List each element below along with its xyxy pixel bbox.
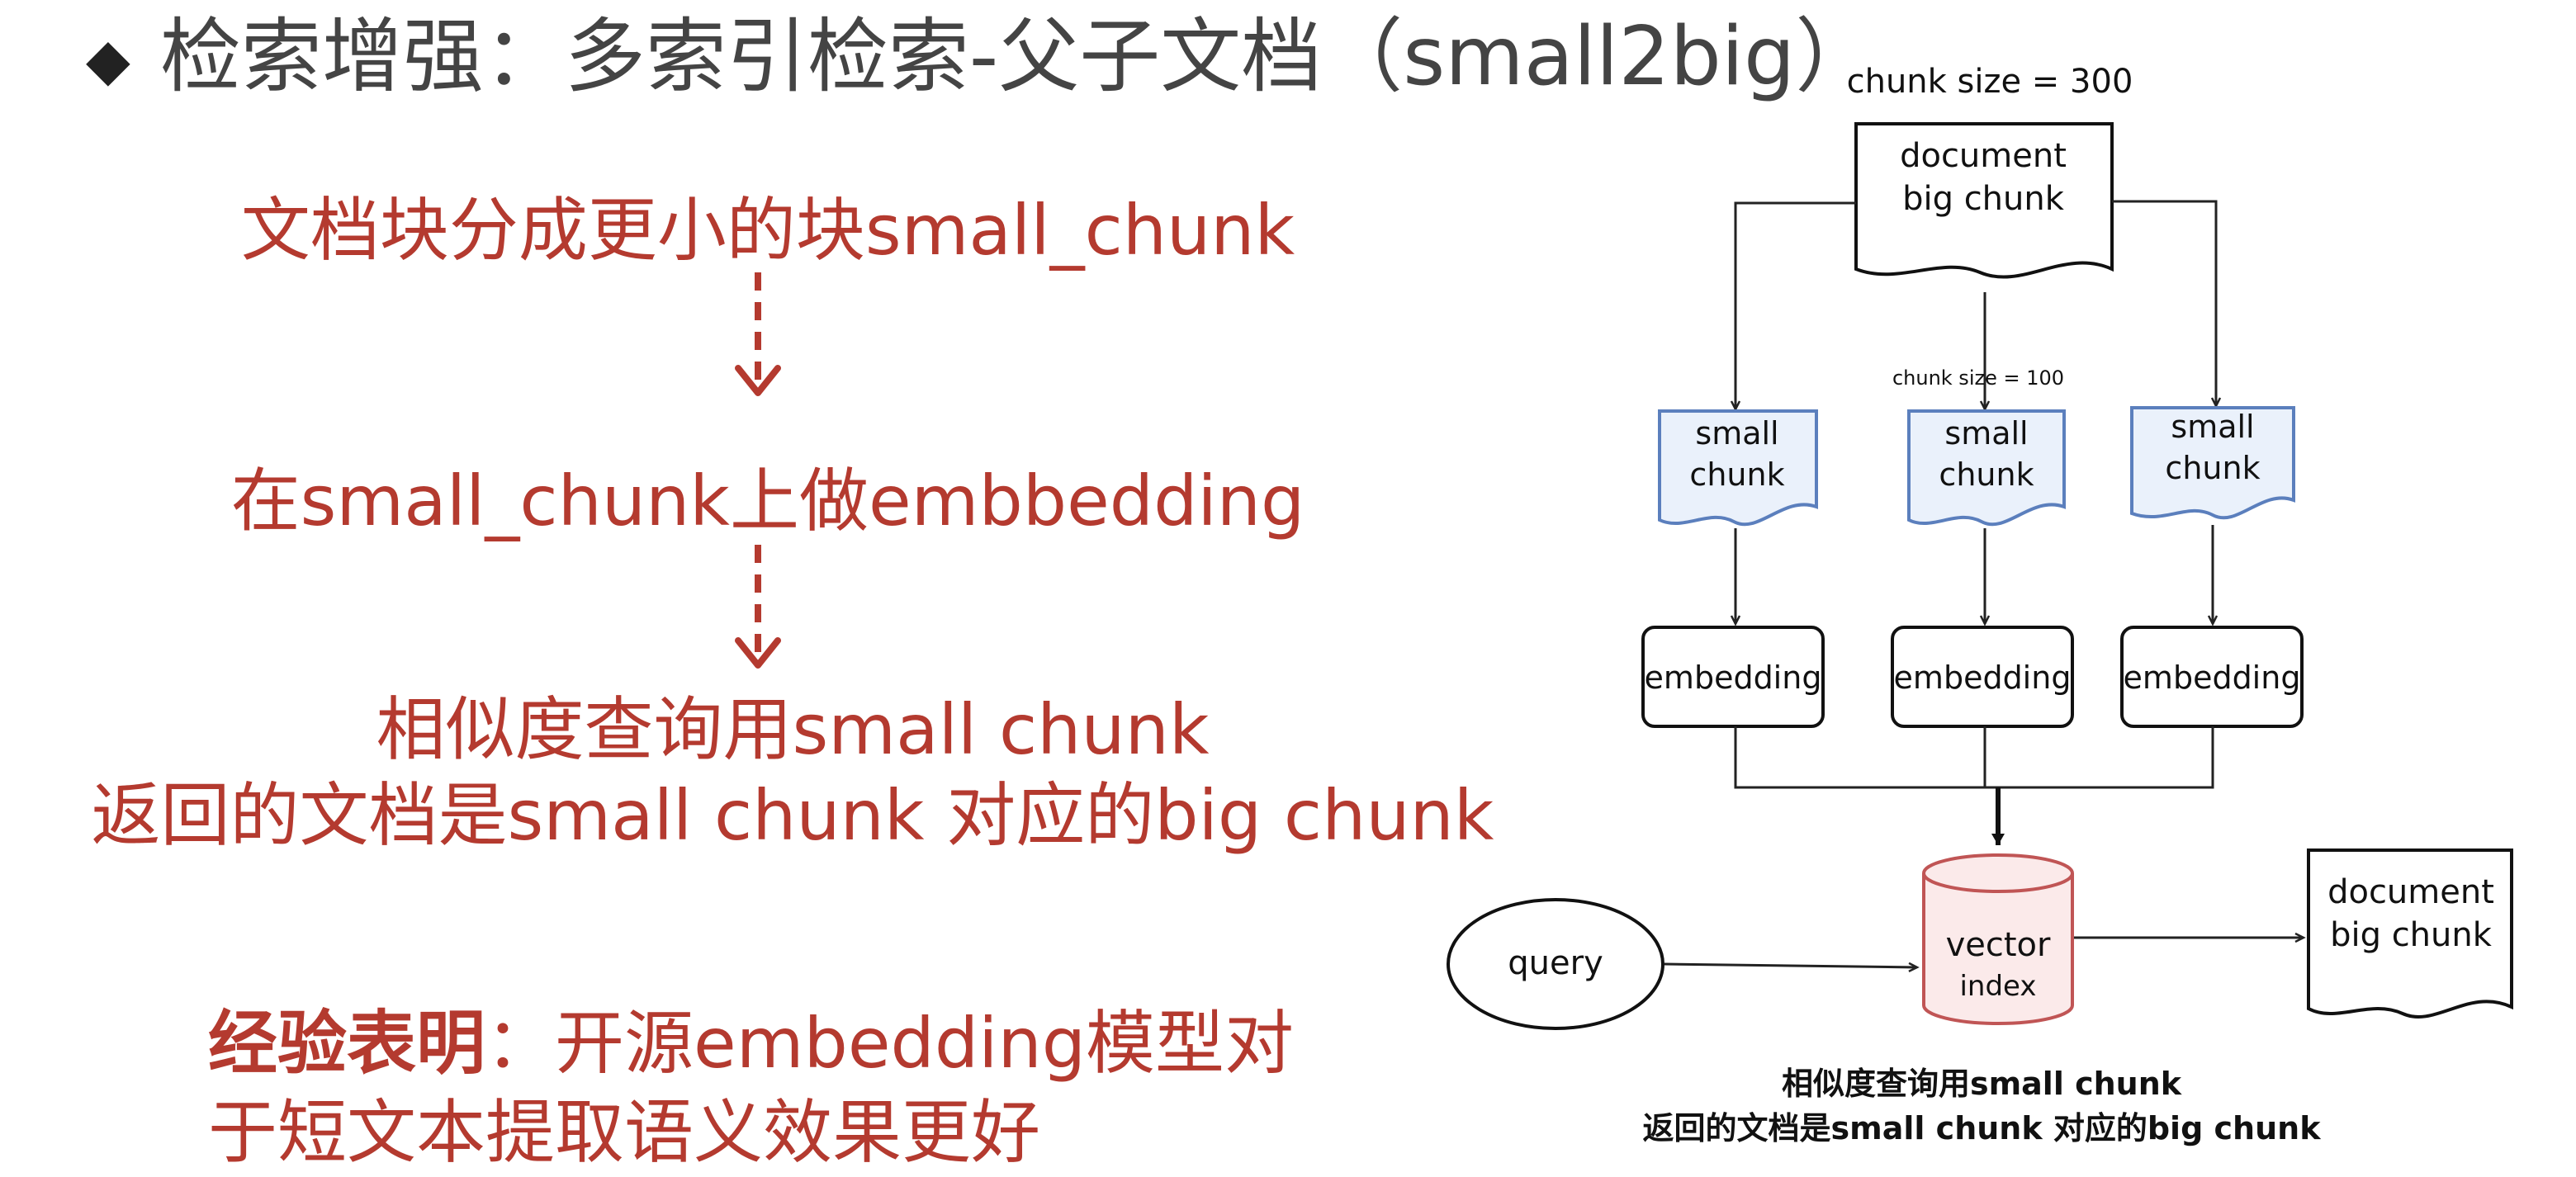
small-chunk-left-line1: small	[1695, 415, 1778, 451]
embedding-box-left: embedding	[1641, 626, 1825, 728]
embedding-box-middle: embedding	[1891, 626, 2074, 728]
embedding-middle-label: embedding	[1894, 659, 2072, 696]
query-node: query	[1447, 898, 1664, 1030]
query-label: query	[1508, 944, 1603, 982]
small-chunk-right-line2: chunk	[2165, 450, 2260, 486]
result-doc-line1: document	[2327, 873, 2494, 911]
small-chunk-right-line1: small	[2171, 409, 2254, 445]
embedding-left-label: embedding	[1645, 659, 1822, 696]
small2big-diagram: chunk size = 300 document big chunk chun…	[1447, 63, 2513, 1146]
small-chunk-right: small chunk	[2130, 406, 2295, 520]
small-chunk-middle-line1: small	[1944, 415, 2028, 451]
chunk-size-100-label: chunk size = 100	[1892, 366, 2064, 390]
chunk-size-300-label: chunk size = 300	[1847, 63, 2133, 101]
document-big-chunk-result: document big chunk	[2307, 848, 2513, 1019]
chunk-to-embedding-arrows	[1730, 525, 2218, 626]
vector-index-cylinder: vector index	[1922, 853, 2074, 1025]
document-big-chunk-top: document big chunk	[1854, 122, 2114, 279]
diagram-caption-line2: 返回的文档是small chunk 对应的big chunk	[1643, 1110, 2322, 1146]
result-doc-line2: big chunk	[2330, 916, 2493, 954]
vector-index-line2: index	[1959, 970, 2036, 1003]
query-to-index-arrow	[1664, 962, 1920, 972]
small-chunk-middle: small chunk	[1907, 409, 2066, 527]
vector-index-line1: vector	[1946, 926, 2051, 964]
big-doc-top-line1: document	[1900, 137, 2067, 175]
diagram-caption-line1: 相似度查询用small chunk	[1782, 1066, 2182, 1102]
embedding-box-right: embedding	[2120, 626, 2304, 728]
small-chunk-left: small chunk	[1658, 409, 1818, 527]
small-chunk-middle-line2: chunk	[1939, 456, 2034, 493]
small-chunk-left-line2: chunk	[1689, 456, 1784, 493]
big-doc-top-line2: big chunk	[1902, 180, 2065, 218]
merge-connectors	[1734, 726, 2214, 789]
embedding-right-label: embedding	[2124, 659, 2301, 696]
